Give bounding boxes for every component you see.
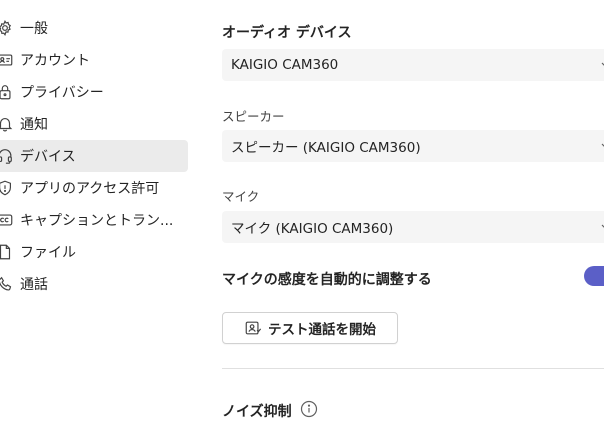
sidebar-item-calls[interactable]: 通話 <box>0 268 188 300</box>
lock-icon <box>0 82 20 102</box>
microphone-label: マイク <box>222 189 260 204</box>
bell-icon <box>0 114 20 134</box>
sidebar-item-label: 一般 <box>20 21 48 37</box>
closed-caption-icon <box>0 210 20 230</box>
sidebar-item-general[interactable]: 一般 <box>0 12 188 44</box>
speaker-label: スピーカー <box>222 109 285 124</box>
sidebar-item-label: 通知 <box>20 117 48 133</box>
microphone-dropdown[interactable]: マイク (KAIGIO CAM360) <box>222 211 604 243</box>
microphone-value: マイク (KAIGIO CAM360) <box>231 221 394 237</box>
section-divider <box>222 368 604 369</box>
sidebar-item-app-permissions[interactable]: アプリのアクセス許可 <box>0 172 188 204</box>
file-icon <box>0 242 20 262</box>
speaker-dropdown[interactable]: スピーカー (KAIGIO CAM360) <box>222 130 604 162</box>
audio-device-dropdown[interactable]: KAIGIO CAM360 <box>222 49 604 81</box>
audio-device-value: KAIGIO CAM360 <box>231 57 339 73</box>
sidebar-item-label: プライバシー <box>20 85 104 101</box>
sidebar-item-files[interactable]: ファイル <box>0 236 188 268</box>
audio-device-heading: オーディオ デバイス <box>222 25 352 41</box>
chevron-down-icon <box>601 62 604 66</box>
sidebar-item-label: アカウント <box>20 53 90 69</box>
chevron-down-icon <box>601 143 604 147</box>
sidebar-item-label: 通話 <box>20 277 48 293</box>
settings-sidebar: 一般 アカウント プライバシー 通知 デバイス アプリのアクセス許可 キャプショ… <box>0 0 190 421</box>
headset-icon <box>0 146 20 166</box>
sidebar-item-captions[interactable]: キャプションとトラン... <box>0 204 188 236</box>
id-card-icon <box>0 50 20 70</box>
chevron-down-icon <box>601 224 604 228</box>
sidebar-item-label: デバイス <box>20 149 76 165</box>
auto-adjust-mic-toggle[interactable] <box>584 266 604 286</box>
phone-icon <box>0 274 20 294</box>
sidebar-item-label: アプリのアクセス許可 <box>20 181 160 197</box>
sidebar-item-devices[interactable]: デバイス <box>0 140 188 172</box>
sidebar-item-label: キャプションとトラン... <box>20 213 174 229</box>
sidebar-item-privacy[interactable]: プライバシー <box>0 76 188 108</box>
sidebar-item-notifications[interactable]: 通知 <box>0 108 188 140</box>
devices-settings-panel: オーディオ デバイス KAIGIO CAM360 スピーカー スピーカー (KA… <box>222 0 604 421</box>
gear-icon <box>0 18 20 38</box>
test-call-icon <box>245 321 262 335</box>
auto-adjust-mic-label: マイクの感度を自動的に調整する <box>222 272 432 288</box>
noise-suppression-heading: ノイズ抑制 <box>222 404 292 420</box>
start-test-call-button[interactable]: テスト通話を開始 <box>222 312 398 344</box>
sidebar-item-account[interactable]: アカウント <box>0 44 188 76</box>
shield-icon <box>0 178 20 198</box>
start-test-call-label: テスト通話を開始 <box>268 322 376 338</box>
info-icon[interactable] <box>300 400 318 418</box>
speaker-value: スピーカー (KAIGIO CAM360) <box>231 140 421 156</box>
sidebar-item-label: ファイル <box>20 245 76 261</box>
